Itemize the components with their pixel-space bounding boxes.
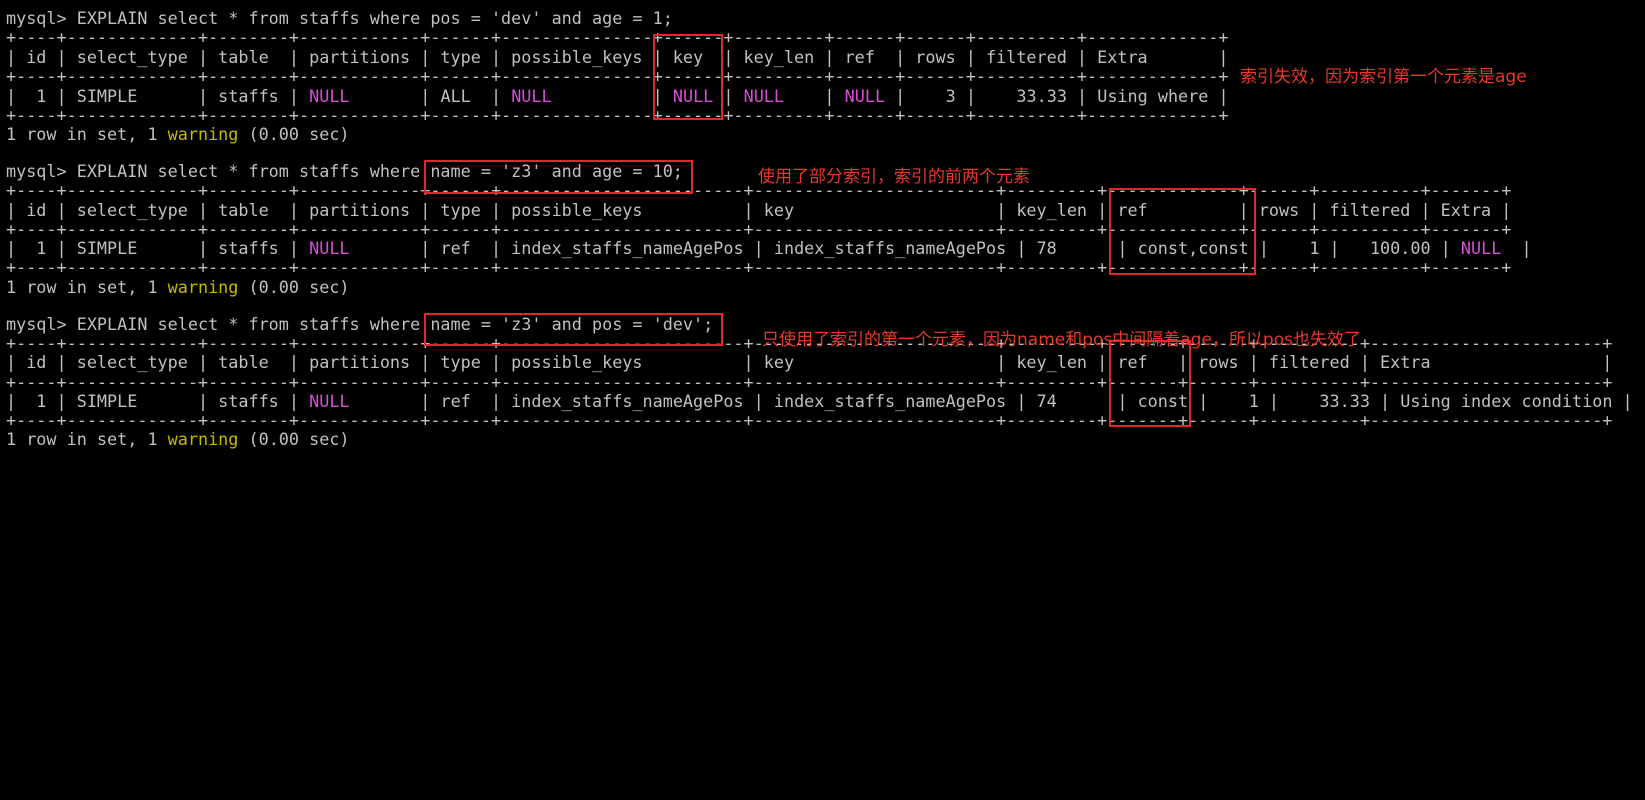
q1-command: mysql> EXPLAIN select * from staffs wher… <box>6 8 673 28</box>
q1-result-pre: 1 row in set, 1 <box>6 124 168 144</box>
q3-table-header: | id | select_type | table | partitions … <box>6 352 1613 372</box>
row-text: | 1 | SIMPLE | staffs | <box>6 391 310 411</box>
terminal-window[interactable]: mysql> EXPLAIN select * from staffs wher… <box>0 0 1645 485</box>
row-text: | ref | index_staffs_nameAgePos | index_… <box>349 391 1633 411</box>
q3-where-clause-highlight <box>424 313 723 346</box>
null-value: NULL <box>511 86 552 106</box>
q2-table-border-bottom: +----+-------------+--------+-----------… <box>6 257 1512 277</box>
q2-table-header: | id | select_type | table | partitions … <box>6 200 1512 220</box>
q2-where-clause-highlight <box>424 160 693 194</box>
q2-table-border-mid: +----+-------------+--------+-----------… <box>6 219 1512 239</box>
q2-result-post: (0.00 sec) <box>238 277 350 297</box>
q3-table-border-bottom: +----+-------------+--------+-----------… <box>6 410 1613 430</box>
row-text: | <box>1501 238 1532 258</box>
null-value: NULL <box>1460 238 1502 258</box>
row-text: | ALL | <box>349 86 512 106</box>
row-text: | ref | index_staffs_nameAgePos | index_… <box>349 238 1461 258</box>
q1-table-header: | id | select_type | table | partitions … <box>6 47 1229 67</box>
null-value: NULL <box>309 238 350 258</box>
q1-result-line: 1 row in set, 1 warning (0.00 sec) <box>6 124 350 144</box>
null-value: NULL <box>844 86 886 106</box>
q1-table-row: | 1 | SIMPLE | staffs | NULL | ALL | NUL… <box>6 86 1229 106</box>
q3-ref-column-highlight <box>1109 340 1191 427</box>
row-text: | 1 | SIMPLE | staffs | <box>6 86 310 106</box>
q1-table-border-mid: +----+-------------+--------+-----------… <box>6 66 1229 86</box>
q1-annotation: 索引失效，因为索引第一个元素是age <box>1240 67 1527 87</box>
row-text: | 3 | 33.33 | Using where | <box>885 86 1229 106</box>
q3-table-border-mid: +----+-------------+--------+-----------… <box>6 372 1613 392</box>
q2-annotation: 使用了部分索引，索引的前两个元素 <box>758 167 1030 187</box>
q3-warning-keyword: warning <box>167 429 239 449</box>
row-text: | <box>784 86 845 106</box>
q2-table-row: | 1 | SIMPLE | staffs | NULL | ref | ind… <box>6 238 1532 258</box>
q1-key-column-highlight <box>653 34 723 120</box>
q1-table-border-bottom: +----+-------------+--------+-----------… <box>6 105 1229 125</box>
q3-table-row: | 1 | SIMPLE | staffs | NULL | ref | ind… <box>6 391 1633 411</box>
null-value: NULL <box>309 86 350 106</box>
row-text: | 1 | SIMPLE | staffs | <box>6 238 310 258</box>
q2-warning-keyword: warning <box>167 277 239 297</box>
q3-annotation: 只使用了索引的第一个元素，因为name和pos中间隔着age，所以pos也失效了 <box>762 330 1361 350</box>
null-value: NULL <box>743 86 785 106</box>
q1-result-post: (0.00 sec) <box>238 124 350 144</box>
q1-table-border-top: +----+-------------+--------+-----------… <box>6 27 1229 47</box>
q3-result-line: 1 row in set, 1 warning (0.00 sec) <box>6 429 350 449</box>
q2-result-pre: 1 row in set, 1 <box>6 277 168 297</box>
q3-result-post: (0.00 sec) <box>238 429 350 449</box>
null-value: NULL <box>309 391 350 411</box>
q2-result-line: 1 row in set, 1 warning (0.00 sec) <box>6 277 350 297</box>
q2-ref-column-highlight <box>1109 188 1256 275</box>
q3-result-pre: 1 row in set, 1 <box>6 429 168 449</box>
q1-warning-keyword: warning <box>167 124 239 144</box>
